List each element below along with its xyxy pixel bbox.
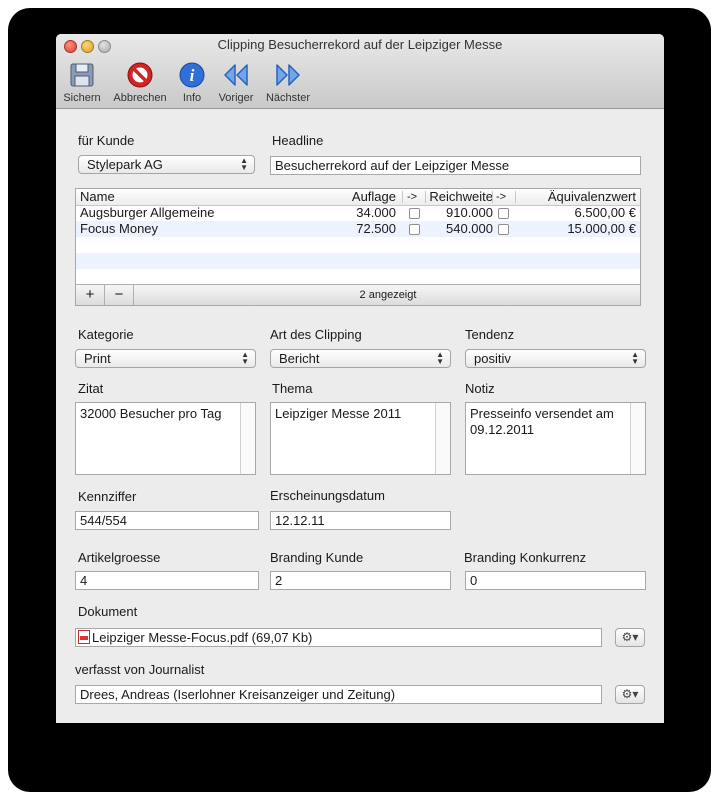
kennziffer-label: Kennziffer: [78, 489, 137, 504]
row-reichweite: 540.000: [446, 221, 493, 236]
art-value: Bericht: [279, 351, 320, 366]
cancel-button[interactable]: Abbrechen: [110, 61, 170, 105]
thema-scrollbar[interactable]: [435, 403, 450, 474]
column-arrow-1[interactable]: ->: [407, 189, 417, 205]
notiz-scrollbar[interactable]: [630, 403, 645, 474]
media-table: Name Auflage -> Reichweite -> Äquivalenz…: [75, 188, 641, 306]
journalist-field[interactable]: Drees, Andreas (Iserlohner Kreisanzeiger…: [75, 685, 602, 704]
title-bar: Clipping Besucherrekord auf der Leipzige…: [56, 34, 664, 109]
table-row-empty: [76, 269, 640, 285]
dokument-label: Dokument: [78, 604, 138, 619]
table-row-empty: [76, 237, 640, 253]
updown-arrows-icon: ▲ ▼: [241, 350, 249, 366]
tendenz-select[interactable]: positiv ▲ ▼: [465, 349, 646, 368]
customer-label: für Kunde: [78, 133, 135, 148]
svg-text:i: i: [190, 66, 195, 85]
pdf-file-icon: [78, 630, 90, 644]
rewind-icon: [224, 64, 248, 86]
clipping-window: Clipping Besucherrekord auf der Leipzige…: [56, 34, 664, 723]
column-auflage[interactable]: Auflage: [352, 189, 396, 205]
artikelgroesse-label: Artikelgroesse: [78, 550, 161, 565]
table-row-empty: [76, 253, 640, 269]
zitat-label: Zitat: [78, 381, 104, 396]
zitat-value: 32000 Besucher pro Tag: [80, 406, 222, 421]
no-entry-icon: [127, 62, 153, 88]
column-arrow-2[interactable]: ->: [496, 189, 506, 205]
table-header: Name Auflage -> Reichweite -> Äquivalenz…: [76, 189, 640, 206]
branding-konkurrenz-field[interactable]: 0: [465, 571, 646, 590]
gear-icon: ⚙▾: [621, 687, 639, 701]
branding-konkurrenz-label: Branding Konkurrenz: [464, 550, 587, 565]
kategorie-label: Kategorie: [78, 327, 134, 342]
updown-arrows-icon: ▲ ▼: [436, 350, 444, 366]
art-label: Art des Clipping: [270, 327, 362, 342]
updown-arrows-icon: ▲ ▼: [631, 350, 639, 366]
save-button[interactable]: Sichern: [62, 61, 102, 105]
column-aequivalenzwert[interactable]: Äquivalenzwert: [548, 189, 636, 205]
thema-label: Thema: [272, 381, 313, 396]
row-name: Augsburger Allgemeine: [80, 205, 215, 220]
updown-arrows-icon: ▲ ▼: [240, 156, 248, 172]
kategorie-select[interactable]: Print ▲ ▼: [75, 349, 256, 368]
info-button[interactable]: i Info: [176, 61, 208, 105]
remove-row-button[interactable]: −: [105, 285, 134, 305]
row-checkbox-auflage[interactable]: [409, 224, 420, 235]
previous-label: Voriger: [218, 92, 254, 104]
dokument-field[interactable]: Leipziger Messe-Focus.pdf (69,07 Kb): [75, 628, 602, 647]
row-checkbox-reichweite[interactable]: [498, 208, 509, 219]
row-reichweite: 910.000: [446, 205, 493, 220]
row-auflage: 34.000: [356, 205, 396, 220]
artikelgroesse-field[interactable]: 4: [75, 571, 259, 590]
customer-select[interactable]: Stylepark AG ▲ ▼: [78, 155, 255, 174]
kategorie-value: Print: [84, 351, 111, 366]
cancel-label: Abbrechen: [113, 92, 167, 104]
art-select[interactable]: Bericht ▲ ▼: [270, 349, 451, 368]
info-label: Info: [182, 92, 202, 104]
branding-kunde-field[interactable]: 2: [270, 571, 451, 590]
info-icon: i: [179, 62, 205, 88]
datum-field[interactable]: 12.12.11: [270, 511, 451, 530]
floppy-disk-icon: [70, 63, 94, 87]
datum-label: Erscheinungsdatum: [270, 488, 385, 503]
row-wert: 15.000,00 €: [567, 221, 636, 236]
thema-textarea[interactable]: Leipziger Messe 2011: [270, 402, 451, 475]
row-auflage: 72.500: [356, 221, 396, 236]
branding-kunde-label: Branding Kunde: [270, 550, 364, 565]
dokument-value: Leipziger Messe-Focus.pdf (69,07 Kb): [92, 630, 313, 645]
next-button[interactable]: Nächster: [264, 61, 312, 105]
journalist-action-button[interactable]: ⚙▾: [615, 685, 645, 704]
table-row[interactable]: Augsburger Allgemeine 34.000 910.000 6.5…: [76, 205, 640, 221]
tendenz-label: Tendenz: [465, 327, 515, 342]
row-checkbox-reichweite[interactable]: [498, 224, 509, 235]
next-label: Nächster: [265, 92, 311, 104]
table-footer: + − 2 angezeigt: [76, 284, 640, 305]
kennziffer-field[interactable]: 544/554: [75, 511, 259, 530]
previous-button[interactable]: Voriger: [216, 61, 256, 105]
dokument-action-button[interactable]: ⚙▾: [615, 628, 645, 647]
customer-value: Stylepark AG: [87, 157, 163, 172]
row-name: Focus Money: [80, 221, 159, 236]
notiz-label: Notiz: [465, 381, 495, 396]
headline-label: Headline: [272, 133, 324, 148]
table-row[interactable]: Focus Money 72.500 540.000 15.000,00 €: [76, 221, 640, 237]
notiz-line-2: 09.12.2011: [470, 422, 535, 437]
row-wert: 6.500,00 €: [574, 205, 636, 220]
add-row-button[interactable]: +: [76, 285, 105, 305]
notiz-textarea[interactable]: Presseinfo versendet am 09.12.2011: [465, 402, 646, 475]
window-title: Clipping Besucherrekord auf der Leipzige…: [217, 37, 503, 52]
save-label: Sichern: [63, 92, 101, 104]
thema-value: Leipziger Messe 2011: [275, 406, 402, 421]
column-reichweite[interactable]: Reichweite: [429, 189, 493, 205]
journalist-label: verfasst von Journalist: [75, 662, 205, 677]
row-count: 2 angezeigt: [359, 289, 417, 301]
zitat-scrollbar[interactable]: [240, 403, 255, 474]
gear-icon: ⚙▾: [621, 630, 639, 644]
zitat-textarea[interactable]: 32000 Besucher pro Tag: [75, 402, 256, 475]
notiz-line-1: Presseinfo versendet am: [470, 406, 614, 421]
fast-forward-icon: [276, 64, 300, 86]
headline-field[interactable]: Besucherrekord auf der Leipziger Messe: [270, 156, 641, 175]
column-name[interactable]: Name: [80, 189, 115, 205]
tendenz-value: positiv: [474, 351, 511, 366]
row-checkbox-auflage[interactable]: [409, 208, 420, 219]
